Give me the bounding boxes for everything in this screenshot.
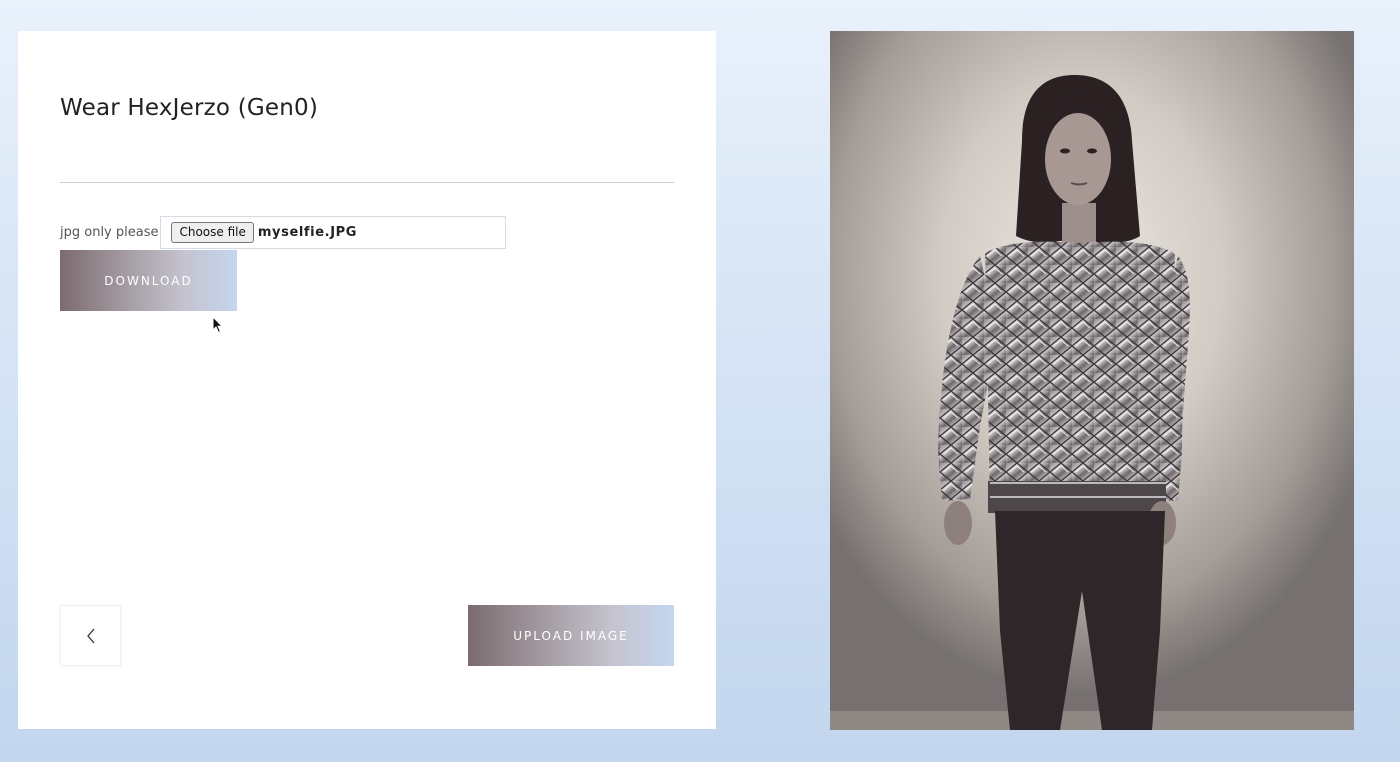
upload-card: Wear HexJerzo (Gen0) jpg only please Cho… — [18, 31, 716, 729]
choose-file-button[interactable]: Choose file — [171, 221, 254, 243]
file-input-label: jpg only please — [60, 224, 159, 240]
preview-image — [830, 31, 1354, 730]
chevron-left-icon — [86, 628, 94, 643]
title-divider — [60, 182, 674, 183]
upload-image-button[interactable]: UPLOAD IMAGE — [468, 605, 674, 666]
file-input-row: jpg only please Choose file myselfie.JPG — [60, 215, 507, 249]
person-photo — [830, 31, 1354, 730]
back-button[interactable] — [60, 605, 121, 666]
page-title: Wear HexJerzo (Gen0) — [60, 95, 319, 121]
download-button[interactable]: DOWNLOAD — [60, 250, 237, 311]
file-input[interactable]: Choose file myselfie.JPG — [160, 215, 507, 249]
mouse-cursor-icon — [212, 316, 224, 334]
selected-file-name: myselfie.JPG — [257, 224, 358, 240]
